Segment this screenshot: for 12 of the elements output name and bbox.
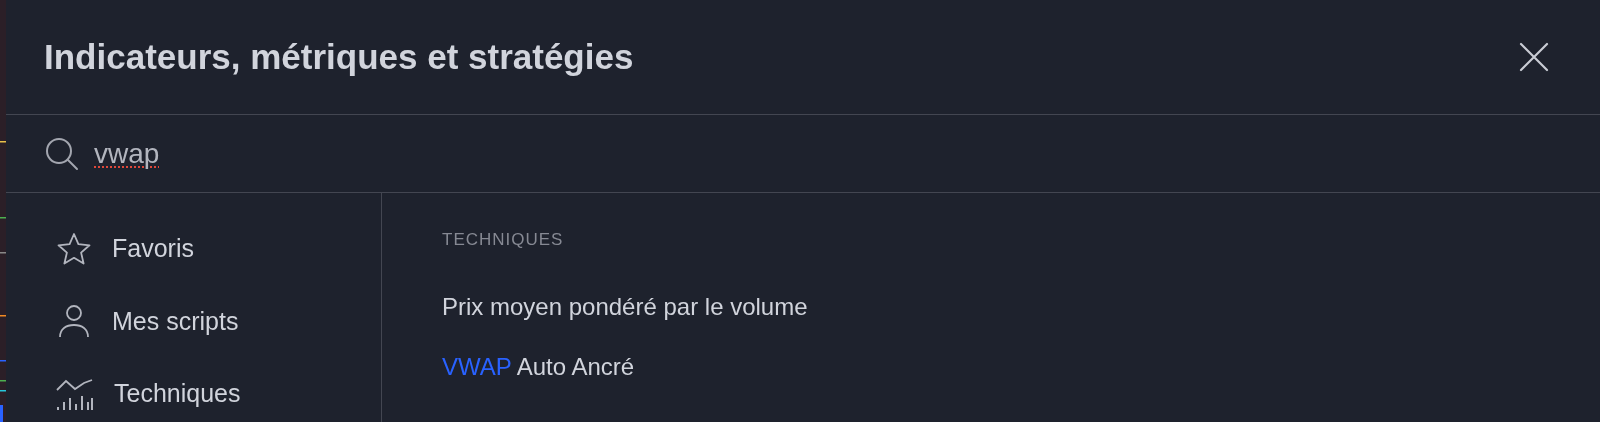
sidebar-item[interactable]: Mes scripts: [20, 293, 381, 350]
sidebar-item[interactable]: Favoris: [20, 221, 381, 278]
result-item[interactable]: VWAP Auto Ancré: [442, 348, 635, 409]
close-icon: [1518, 41, 1550, 73]
section-heading: TECHNIQUES: [442, 229, 565, 251]
result-item[interactable]: Prix moyen pondéré par le volume: [442, 288, 808, 349]
search-icon: [44, 135, 80, 172]
chart-icon: [56, 377, 94, 410]
dialog-title: Indicateurs, métriques et stratégies: [44, 35, 634, 78]
sidebar-item[interactable]: Techniques: [20, 365, 381, 422]
person-icon: [56, 303, 92, 340]
search-field[interactable]: vwap: [94, 132, 694, 175]
